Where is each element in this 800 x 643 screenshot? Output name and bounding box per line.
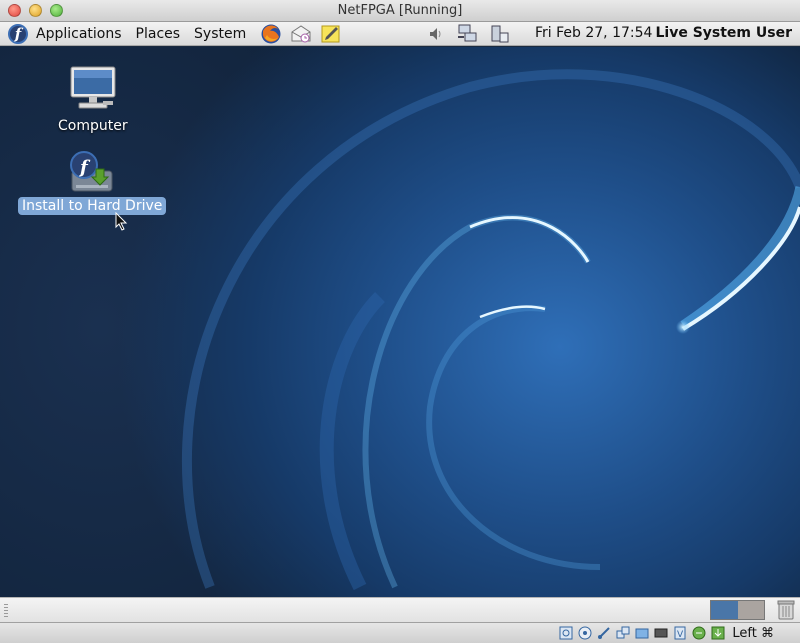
mouse-cursor-icon: [115, 212, 128, 231]
workspace-2[interactable]: [737, 601, 764, 619]
desktop-icon-label: Computer: [58, 118, 128, 134]
system-icon[interactable]: [489, 24, 511, 44]
top-panel: f Applications Places System Fri Feb 27,…: [0, 22, 800, 46]
window-controls: [8, 4, 63, 17]
volume-icon[interactable]: [425, 24, 447, 44]
keyboard-capture-icon[interactable]: [711, 626, 725, 640]
workspace-switcher[interactable]: [710, 600, 765, 620]
menu-system[interactable]: System: [194, 26, 246, 42]
svg-text:V: V: [677, 630, 684, 640]
host-key-label: Left ⌘: [732, 625, 774, 641]
panel-user-name[interactable]: Live System User: [655, 25, 792, 41]
fedora-logo-icon[interactable]: f: [8, 23, 28, 44]
virtualbox-status-bar: V Left ⌘: [0, 622, 800, 643]
window-title: NetFPGA [Running]: [337, 3, 463, 18]
install-icon: f: [70, 151, 113, 192]
panel-grip[interactable]: [4, 604, 8, 618]
network-adapter-icon[interactable]: [616, 626, 630, 640]
mouse-integration-icon[interactable]: [692, 626, 706, 640]
window-titlebar: NetFPGA [Running]: [0, 0, 800, 22]
firefox-icon[interactable]: [260, 23, 282, 45]
desktop-icon-install-to-hard-drive[interactable]: f Install to Hard Drive: [18, 149, 167, 215]
usb-icon[interactable]: [597, 626, 611, 640]
display-icon[interactable]: [654, 626, 668, 640]
system-tray: [425, 24, 511, 44]
network-icon[interactable]: [457, 24, 479, 44]
menu-places[interactable]: Places: [136, 26, 181, 42]
shared-folder-icon[interactable]: [635, 626, 649, 640]
trash-icon[interactable]: [776, 599, 796, 621]
bottom-panel: [0, 597, 800, 622]
menu-applications[interactable]: Applications: [36, 26, 122, 42]
video-capture-icon[interactable]: V: [673, 626, 687, 640]
computer-icon: [70, 66, 116, 109]
desktop[interactable]: Computer f Install to Hard Drive: [0, 47, 800, 597]
optical-drive-icon[interactable]: [578, 626, 592, 640]
workspace-1[interactable]: [711, 601, 738, 619]
minimize-window-button[interactable]: [29, 4, 42, 17]
desktop-icon-label: Install to Hard Drive: [18, 197, 167, 215]
desktop-icon-computer[interactable]: Computer: [54, 65, 132, 135]
zoom-window-button[interactable]: [50, 4, 63, 17]
mail-icon[interactable]: [290, 23, 312, 45]
notes-icon[interactable]: [320, 23, 342, 45]
hard-disk-icon[interactable]: [559, 626, 573, 640]
close-window-button[interactable]: [8, 4, 21, 17]
panel-clock[interactable]: Fri Feb 27, 17:54: [535, 25, 652, 41]
